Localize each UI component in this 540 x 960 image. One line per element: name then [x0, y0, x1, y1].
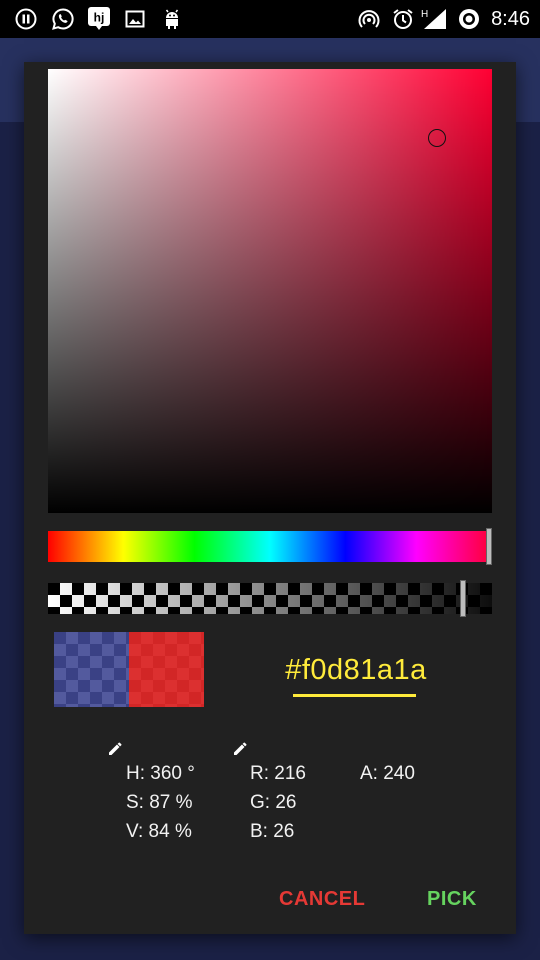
hex-value[interactable]: #f0d81a1a: [256, 654, 456, 687]
hex-input[interactable]: #f0d81a1a: [256, 650, 456, 700]
green-value: G: 26: [250, 792, 297, 813]
old-color-tint: [54, 632, 129, 707]
blue-value: B: 26: [250, 821, 295, 842]
hue-slider[interactable]: [48, 528, 492, 565]
clock: 8:46: [491, 8, 530, 30]
edit-hsv-icon[interactable]: [106, 738, 126, 758]
network-type-label: H: [421, 9, 428, 20]
saturation-value: S: 87 %: [126, 792, 193, 813]
whatsapp-icon: [50, 7, 76, 31]
sync-icon: [456, 7, 482, 31]
alpha-value: A: 240: [360, 763, 415, 784]
hex-input-underline: [293, 694, 416, 697]
new-color-swatch: [129, 632, 204, 707]
color-picker-dialog: #f0d81a1a H: 360 ° S: 87 % V: 84 % R: 21…: [24, 62, 516, 934]
alpha-slider-handle[interactable]: [459, 580, 466, 617]
hotspot-icon: [356, 7, 382, 31]
alpha-slider[interactable]: [48, 580, 492, 617]
status-bar: hj H 8:46: [0, 0, 540, 38]
signal-icon: H: [420, 7, 448, 31]
hotjar-icon: hj: [86, 7, 112, 31]
edit-rgb-icon[interactable]: [231, 738, 251, 758]
alarm-icon: [390, 7, 416, 31]
red-value: R: 216: [250, 763, 306, 784]
hue-slider-handle[interactable]: [486, 528, 492, 565]
pause-icon: [14, 7, 38, 31]
image-icon: [124, 7, 146, 31]
saturation-value-panel[interactable]: [48, 69, 492, 513]
android-icon: [160, 7, 184, 31]
saturation-value-cursor[interactable]: [428, 129, 446, 147]
pick-button[interactable]: PICK: [427, 888, 477, 911]
cancel-button[interactable]: CANCEL: [279, 888, 365, 911]
brightness-value: V: 84 %: [126, 821, 192, 842]
hue-value: H: 360 °: [126, 763, 195, 784]
new-color-tint: [129, 632, 204, 707]
old-color-swatch: [54, 632, 129, 707]
svg-text:hj: hj: [94, 11, 105, 25]
